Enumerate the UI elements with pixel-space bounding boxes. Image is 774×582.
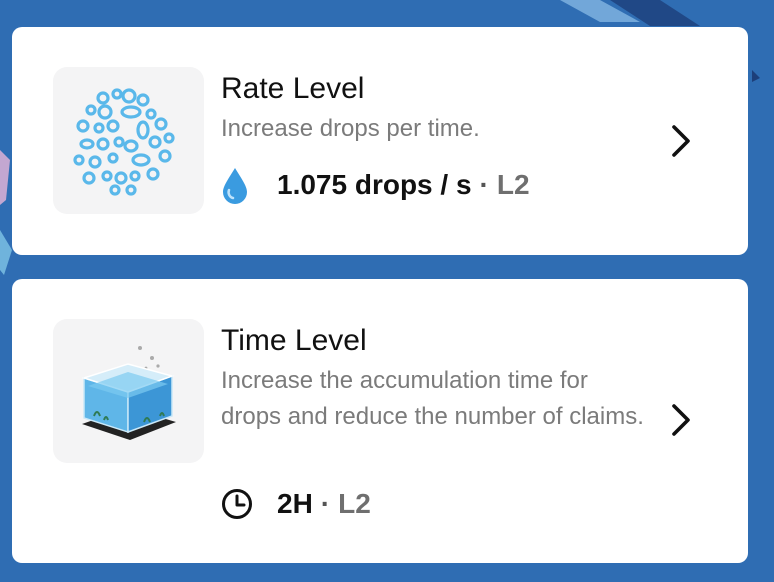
rate-level-stat: 1.075 drops / s · L2	[221, 165, 530, 205]
rate-level-description: Increase drops per time.	[221, 115, 480, 142]
rate-value: 1.075 drops / s	[277, 169, 472, 200]
chevron-right-icon[interactable]	[668, 400, 694, 440]
time-level-card[interactable]: Time Level Increase the accumulation tim…	[12, 279, 748, 563]
rate-level-thumbnail	[53, 67, 204, 214]
time-separator: ·	[320, 488, 331, 519]
time-value: 2H	[277, 488, 313, 519]
bubbles-illustration	[72, 87, 175, 196]
chevron-right-icon[interactable]	[668, 121, 694, 161]
time-level-badge: L2	[338, 488, 371, 519]
rate-level-badge: L2	[496, 169, 530, 200]
time-level-description: Increase the accumulation time for drops…	[221, 367, 644, 430]
rate-level-card[interactable]: Rate Level Increase drops per time. 1.07…	[12, 27, 748, 255]
time-level-thumbnail	[53, 319, 204, 463]
clock-icon	[221, 484, 255, 524]
water-tank-illustration	[81, 346, 176, 440]
rate-level-title: Rate Level	[221, 72, 365, 105]
water-drop-icon	[221, 165, 255, 205]
rate-separator: ·	[479, 169, 489, 200]
time-level-stat: 2H · L2	[221, 484, 371, 524]
time-level-title: Time Level	[221, 324, 367, 357]
